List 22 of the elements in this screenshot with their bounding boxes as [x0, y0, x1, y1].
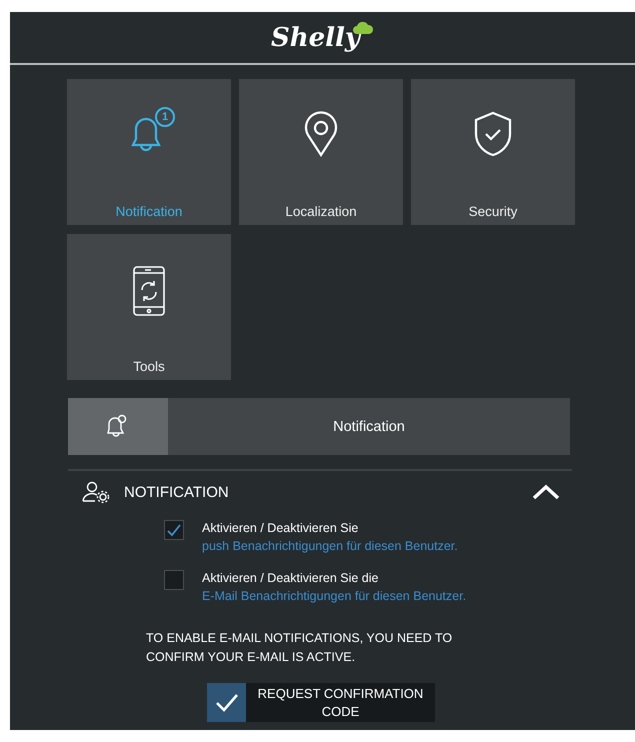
- menu-tile[interactable]: Localization: [239, 79, 403, 225]
- menu-tile[interactable]: Security: [411, 79, 575, 225]
- user-settings-icon: [82, 481, 110, 503]
- location-pin-icon: [304, 111, 338, 157]
- checkbox[interactable]: [164, 520, 184, 540]
- logo-text: Shelly: [270, 22, 360, 52]
- shield-check-icon: [473, 111, 513, 157]
- info-text: TO ENABLE E-MAIL NOTIFICATIONS, YOU NEED TO CONFIRM YOUR E-MAIL IS ACTIVE.: [146, 630, 454, 666]
- option-link[interactable]: push Benachrichtigungen für diesen Benutzer.: [202, 539, 458, 553]
- option-label: Aktivieren / Deaktivieren Sie push Benachrichtigungen für diesen Benutzer.: [202, 520, 459, 555]
- option-label: Aktivieren / Deaktivieren Sie die E-Mail Benachrichtigungen für diesen Benutzer.: [202, 570, 468, 605]
- phone-sync-icon: [133, 266, 165, 316]
- request-code-button[interactable]: REQUEST CONFIRMATION CODE: [207, 683, 435, 722]
- checkbox[interactable]: [164, 570, 184, 590]
- checkmark-icon: [214, 692, 238, 712]
- chevron-icon: [532, 484, 560, 500]
- menu-tile[interactable]: Tools: [67, 234, 231, 380]
- section-header[interactable]: NOTIFICATION: [68, 471, 572, 511]
- menu-tile[interactable]: 1 Notification: [67, 79, 231, 225]
- option-link[interactable]: E-Mail Benachrichtigungen für diesen Benutzer.: [202, 589, 466, 603]
- badge-count: 1: [155, 107, 175, 127]
- page-title: Notification: [332, 418, 406, 434]
